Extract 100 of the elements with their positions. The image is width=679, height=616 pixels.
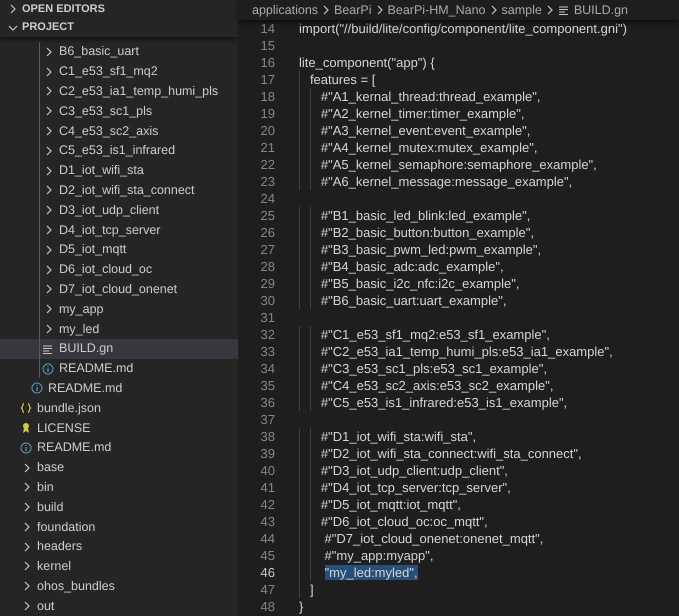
code-line: #"C2_e53_ia1_temp_humi_pls:e53_ia1_example",	[320, 343, 613, 360]
lines-icon	[42, 342, 54, 355]
code-line: #"A2_kernel_timer:timer_example",	[320, 105, 524, 122]
chevron-icon	[321, 5, 332, 15]
line-number: 37	[260, 411, 275, 428]
code-line: #"C1_e53_sf1_mq2:e53_sf1_example",	[320, 326, 550, 343]
chevron-icon	[44, 146, 54, 156]
ribbon-icon	[20, 422, 32, 434]
braces-icon	[20, 402, 32, 414]
chevron-icon	[22, 561, 32, 572]
code-line: #"B1_basic_led_blink:led_example",	[320, 207, 530, 224]
info-icon	[31, 382, 43, 394]
code-line: #"B3_basic_pwm_led:pwm_example",	[320, 241, 542, 258]
line-number: 44	[260, 530, 275, 547]
code-line: #"C5_e53_is1_infrared:e53_is1_example",	[320, 394, 568, 411]
code-line: #"A3_kernel_event:event_example",	[320, 122, 530, 139]
line-number: 33	[260, 343, 275, 360]
line-number: 39	[260, 445, 275, 462]
line-number: 46	[260, 564, 275, 581]
line-number: 20	[260, 122, 275, 139]
tree-item[interactable]: headers	[0, 536, 238, 557]
line-number: 19	[260, 105, 275, 122]
tree-item[interactable]: build	[0, 497, 238, 517]
chevron-icon	[44, 46, 54, 57]
tree-item[interactable]: README.md	[0, 438, 238, 458]
line-number: 18	[260, 88, 275, 105]
tree-item[interactable]: LICENSE	[0, 418, 238, 438]
line-number: 38	[260, 428, 275, 445]
line-number: 26	[260, 224, 275, 241]
code-line: #"my_app:myapp",	[324, 547, 434, 564]
tree-item[interactable]: README.md	[0, 358, 238, 378]
tree-item[interactable]: base	[0, 458, 238, 478]
info-icon	[42, 362, 54, 375]
chevron-icon	[374, 5, 385, 15]
info-icon	[20, 442, 32, 454]
chevron-icon	[22, 581, 32, 592]
chevron-icon	[44, 205, 54, 216]
lines-icon	[558, 4, 570, 16]
line-number: 15	[260, 37, 275, 54]
code-line: #"B2_basic_button:button_example",	[320, 224, 534, 241]
code-line: #"D7_iot_cloud_onenet:onenet_mqtt",	[324, 530, 544, 547]
code-line: features = [	[308, 71, 376, 88]
line-number: 28	[260, 258, 275, 275]
code-line: #"B5_basic_i2c_nfc:i2c_example",	[320, 275, 520, 292]
chevron-icon	[44, 66, 54, 77]
line-number: 36	[260, 394, 275, 411]
chevron-icon	[22, 542, 32, 552]
code-line: #"D5_iot_mqtt:iot_mqtt",	[320, 496, 461, 513]
line-number: 35	[260, 377, 275, 394]
chevron-icon	[44, 284, 54, 294]
code-line: #"D3_iot_udp_client:udp_client",	[320, 462, 508, 479]
chevron-icon	[22, 601, 32, 612]
breadcrumb-item[interactable]: sample	[502, 0, 542, 20]
line-number: 32	[260, 326, 275, 343]
line-number: 25	[260, 207, 275, 224]
breadcrumb-item[interactable]: applications	[252, 0, 318, 20]
code-line: #"D2_iot_wifi_sta_connect:wifi_sta_connect",	[320, 445, 582, 462]
tree-item[interactable]: ohos_bundles	[0, 576, 238, 596]
tree-item[interactable]: bin	[0, 477, 238, 498]
code-line: #"A6_kernel_message:message_example",	[320, 173, 572, 190]
line-number: 43	[260, 513, 275, 530]
chevron-icon	[44, 106, 54, 116]
line-number: 29	[260, 275, 275, 292]
chevron-icon	[44, 244, 54, 255]
line-number: 40	[260, 462, 275, 479]
code-line: ]	[308, 581, 314, 598]
tree-item[interactable]: BUILD.gn	[0, 338, 238, 359]
tree-item[interactable]: foundation	[0, 517, 238, 537]
code-line: import("//build/lite/config/component/lite_component.gni")	[299, 20, 627, 37]
section-header[interactable]: PROJECT	[0, 18, 238, 37]
chevron-icon	[22, 502, 32, 512]
code-line: #"D6_iot_cloud_oc:oc_mqtt",	[320, 513, 488, 530]
chevron-icon	[44, 185, 54, 196]
code-line: #"B6_basic_uart:uart_example",	[320, 292, 506, 309]
code-line: #"B4_basic_adc:adc_example",	[320, 258, 504, 275]
breadcrumb-item[interactable]: BearPi	[334, 0, 372, 20]
chevron-icon	[44, 126, 54, 136]
line-number: 34	[260, 360, 275, 377]
code-line: }	[299, 598, 304, 615]
code-line: #"A4_kernel_mutex:mutex_example",	[320, 139, 538, 156]
code-line: #"D4_iot_tcp_server:tcp_server",	[320, 479, 511, 496]
line-number: 45	[260, 547, 275, 564]
chevron-icon	[22, 522, 32, 532]
line-number: 41	[260, 479, 275, 496]
code-line: #"C3_e53_sc1_pls:e53_sc1_example",	[320, 360, 547, 377]
code-line: #"C4_e53_sc2_axis:e53_sc2_example",	[320, 377, 554, 394]
tree-item[interactable]: bundle.json	[0, 398, 238, 418]
chevron-icon	[44, 86, 54, 96]
code-line: lite_component("app") {	[299, 54, 435, 71]
breadcrumb-item[interactable]: BearPi-HM_Nano	[388, 0, 486, 20]
chevron-icon	[8, 4, 18, 14]
tree-item[interactable]: README.md	[0, 378, 238, 398]
breadcrumb-item[interactable]: BUILD.gn	[558, 0, 628, 20]
chevron-icon	[44, 166, 54, 176]
section-header[interactable]: OPEN EDITORS	[0, 0, 238, 18]
chevron-icon	[544, 5, 555, 15]
code-line: #"D1_iot_wifi_sta:wifi_sta",	[320, 428, 476, 445]
tree-item[interactable]: kernel	[0, 556, 238, 576]
line-number: 24	[260, 190, 275, 207]
tree-item[interactable]: out	[0, 596, 238, 616]
